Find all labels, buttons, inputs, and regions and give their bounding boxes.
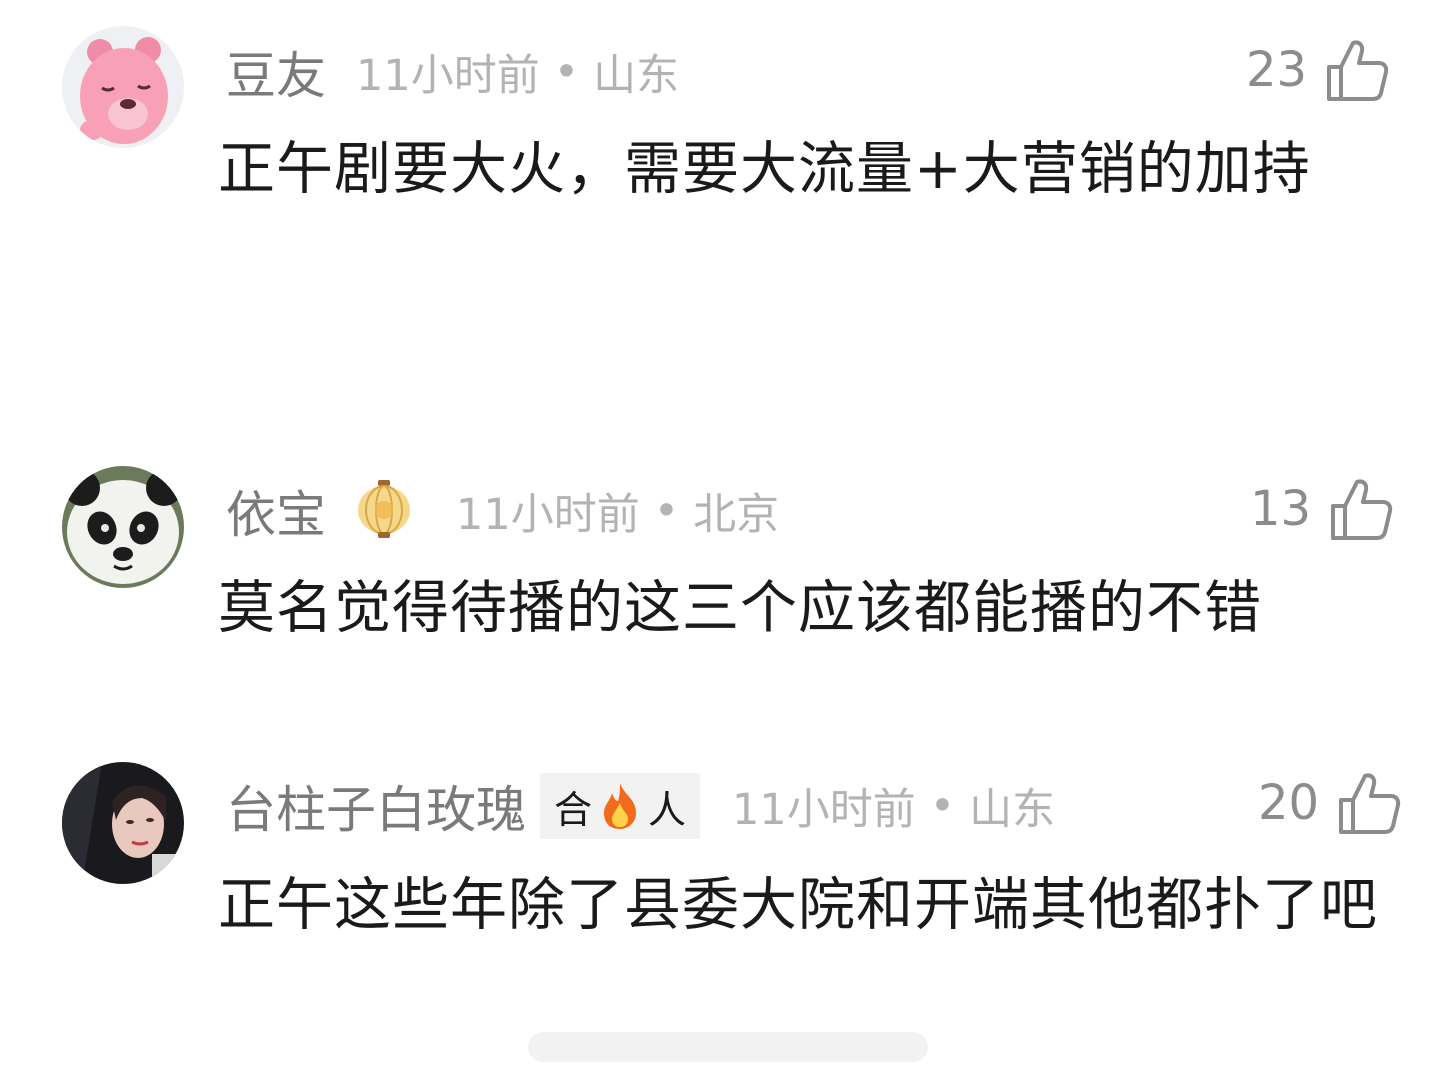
username[interactable]: 豆友 xyxy=(226,36,326,108)
user-avatar[interactable] xyxy=(62,762,184,884)
comment-meta: 台柱子白玫瑰 合 人 11小时前 • 山东 xyxy=(226,773,1056,839)
meta-separator: • xyxy=(653,486,680,536)
comment-time: 11小时前 xyxy=(356,51,540,101)
like-count: 23 xyxy=(1246,42,1308,98)
lantern-icon xyxy=(356,478,412,544)
comment-text: 正午这些年除了县委大院和开端其他都扑了吧 xyxy=(218,872,1378,938)
comment-location: 山东 xyxy=(593,51,680,101)
user-avatar[interactable] xyxy=(62,26,184,148)
like-count: 13 xyxy=(1250,481,1312,537)
thumbs-up-icon xyxy=(1339,773,1401,834)
comment-meta: 依宝 11小时前 • 北京 xyxy=(226,478,780,544)
thumbs-up-icon xyxy=(1327,40,1389,101)
thumbs-up-icon xyxy=(1331,479,1393,540)
user-avatar[interactable] xyxy=(62,466,184,588)
meta-separator: • xyxy=(553,47,580,97)
comment-time: 11小时前 xyxy=(456,490,640,540)
woman-portrait-avatar-icon xyxy=(62,762,184,884)
like-button[interactable]: 20 xyxy=(1258,768,1401,838)
fire-icon xyxy=(604,783,637,829)
user-badge: 合 人 xyxy=(540,773,701,839)
comment-text: 正午剧要大火，需要大流量+大营销的加持 xyxy=(218,136,1311,202)
meta-separator: • xyxy=(929,781,956,831)
comment-time: 11小时前 xyxy=(732,785,916,835)
like-button[interactable]: 13 xyxy=(1250,474,1393,544)
badge-right-text: 人 xyxy=(648,787,687,832)
comment-meta: 豆友 11小时前 • 山东 xyxy=(226,42,680,105)
watermark-logo xyxy=(528,1032,928,1062)
pink-beaver-avatar-icon xyxy=(62,26,184,148)
username[interactable]: 依宝 xyxy=(226,475,326,547)
like-button[interactable]: 23 xyxy=(1246,35,1389,105)
like-count: 20 xyxy=(1258,775,1320,831)
comment-location: 北京 xyxy=(693,490,780,540)
badge-left-text: 合 xyxy=(554,787,593,832)
comment-text: 莫名觉得待播的这三个应该都能播的不错 xyxy=(218,575,1262,641)
panda-avatar-icon xyxy=(62,466,184,588)
comment-location: 山东 xyxy=(969,785,1056,835)
username[interactable]: 台柱子白玫瑰 xyxy=(226,770,526,842)
